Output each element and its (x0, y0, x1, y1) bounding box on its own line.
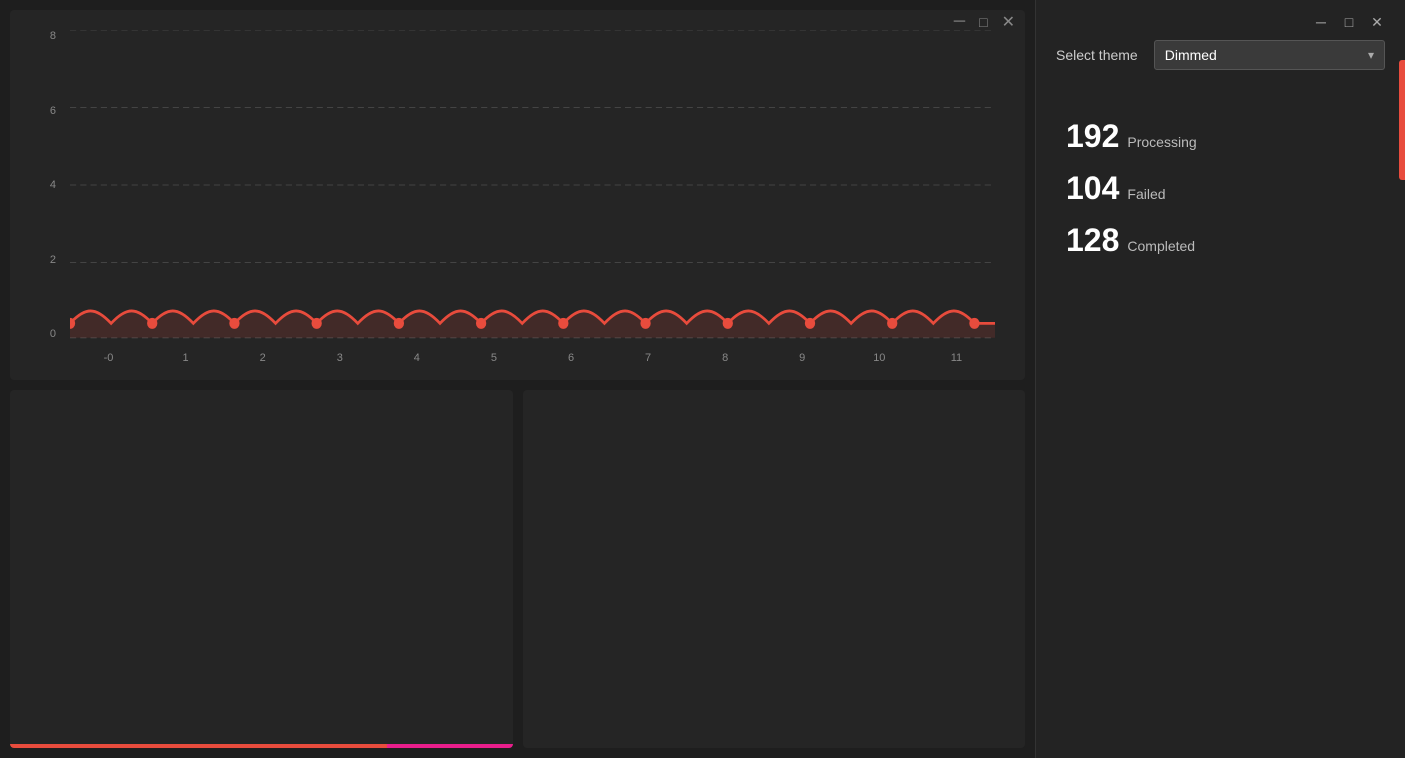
x-label-0: -0 (70, 352, 147, 364)
accent-pink (387, 744, 513, 748)
bottom-panel-left (10, 390, 513, 748)
wm-maximize[interactable]: □ (979, 14, 987, 30)
processing-label: Processing (1127, 134, 1196, 150)
x-label-5: 5 (455, 352, 532, 364)
chevron-down-icon: ▾ (1368, 48, 1374, 62)
theme-label: Select theme (1056, 47, 1138, 63)
x-label-9: 9 (764, 352, 841, 364)
main-content: 0 2 4 6 8 (0, 0, 1035, 758)
chart-canvas (70, 30, 995, 340)
accent-bar (1399, 60, 1405, 180)
minimize-button[interactable]: ─ (1313, 14, 1329, 30)
wm-controls: ─ □ ✕ (954, 12, 1015, 32)
window-controls: ─ □ ✕ (1313, 14, 1385, 30)
completed-label: Completed (1127, 238, 1195, 254)
y-label-2: 2 (34, 254, 56, 266)
y-axis: 0 2 4 6 8 (30, 30, 60, 340)
x-label-6: 6 (532, 352, 609, 364)
y-label-4: 4 (34, 179, 56, 191)
x-label-7: 7 (610, 352, 687, 364)
y-label-8: 8 (34, 30, 56, 42)
x-label-8: 8 (687, 352, 764, 364)
chart-panel: 0 2 4 6 8 (10, 10, 1025, 380)
chart-svg (70, 30, 995, 340)
theme-select-dropdown[interactable]: Dimmed ▾ (1154, 40, 1385, 70)
wm-minimize[interactable]: ─ (954, 13, 965, 31)
processing-stat: 192 Processing (1066, 120, 1375, 152)
x-label-2: 2 (224, 352, 301, 364)
wm-close[interactable]: ✕ (1002, 12, 1015, 32)
bottom-accent (10, 744, 513, 748)
bottom-panels (10, 390, 1025, 748)
close-button[interactable]: ✕ (1369, 14, 1385, 30)
processing-number: 192 (1066, 120, 1119, 152)
chart-area: 0 2 4 6 8 (30, 30, 1005, 370)
failed-stat: 104 Failed (1066, 172, 1375, 204)
x-label-3: 3 (301, 352, 378, 364)
accent-red (10, 744, 387, 748)
completed-number: 128 (1066, 224, 1119, 256)
x-label-4: 4 (378, 352, 455, 364)
right-panel: Select theme Dimmed ▾ 192 Processing 104… (1035, 0, 1405, 758)
theme-selected-value: Dimmed (1165, 47, 1217, 63)
y-label-0: 0 (34, 328, 56, 340)
failed-label: Failed (1127, 186, 1165, 202)
x-label-1: 1 (147, 352, 224, 364)
maximize-button[interactable]: □ (1341, 14, 1357, 30)
failed-number: 104 (1066, 172, 1119, 204)
x-label-10: 10 (841, 352, 918, 364)
x-label-11: 11 (918, 352, 995, 364)
y-label-6: 6 (34, 105, 56, 117)
x-axis: -0 1 2 3 4 5 6 7 8 9 10 11 (70, 345, 995, 370)
bottom-panel-right (523, 390, 1026, 748)
stats-section: 192 Processing 104 Failed 128 Completed (1036, 90, 1405, 276)
completed-stat: 128 Completed (1066, 224, 1375, 256)
